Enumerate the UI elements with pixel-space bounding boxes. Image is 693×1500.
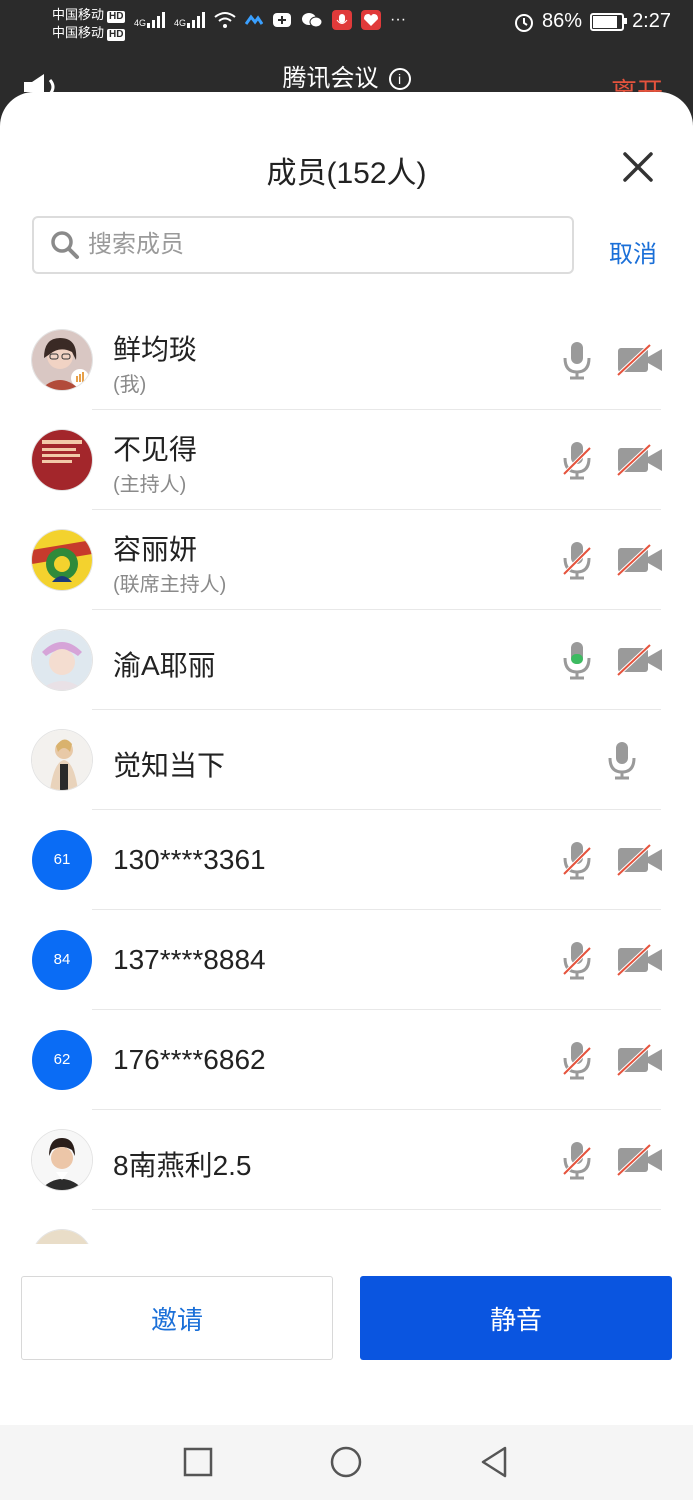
member-name: 容丽妍 xyxy=(113,534,198,565)
search-box[interactable] xyxy=(32,216,574,274)
avatar-initials: 61 xyxy=(32,830,92,890)
add-app-icon xyxy=(273,13,292,27)
avatar xyxy=(32,630,92,690)
alarm-icon xyxy=(515,13,534,32)
members-panel: 成员(152人) 取消 鲜均琰 (我) 不见得 (主持人) xyxy=(0,92,693,1500)
home-icon[interactable] xyxy=(329,1445,363,1479)
member-row[interactable]: 渝A耶丽 xyxy=(0,610,693,710)
battery-icon xyxy=(590,12,628,31)
member-row-partial[interactable] xyxy=(0,1210,693,1244)
network-type-1: 4G xyxy=(134,18,147,28)
wifi-icon xyxy=(214,12,236,28)
member-list[interactable]: 鲜均琰 (我) 不见得 (主持人) 容丽妍 (联席主持人) 渝A耶丽 觉知当下 … xyxy=(0,310,693,1244)
cancel-button[interactable]: 取消 xyxy=(609,234,657,269)
camera-off-icon[interactable] xyxy=(616,444,664,476)
carrier-2: 中国移动 xyxy=(52,25,105,40)
member-name: 鲜均琰 xyxy=(113,334,198,365)
right-status: 86% 2:27 xyxy=(514,10,671,33)
mic-on-icon[interactable] xyxy=(562,340,592,380)
clock: 2:27 xyxy=(632,10,671,32)
avatar-initials: 62 xyxy=(32,1030,92,1090)
camera-off-icon[interactable] xyxy=(616,644,664,676)
health-app-icon xyxy=(361,10,382,30)
member-row[interactable]: 8南燕利2.5 xyxy=(0,1110,693,1210)
status-bar: 中国移动 HD 中国移动 HD 4G 4G ··· 86% 2:27 xyxy=(0,0,693,48)
avatar xyxy=(32,530,92,590)
info-icon[interactable]: i xyxy=(388,68,411,90)
network-type-2: 4G xyxy=(174,18,187,28)
meeting-app-title: 腾讯会议 xyxy=(282,65,379,92)
member-name: 137****8884 xyxy=(113,944,266,975)
camera-off-icon[interactable] xyxy=(616,1044,664,1076)
camera-off-icon[interactable] xyxy=(616,544,664,576)
avatar-initials: 84 xyxy=(32,930,92,990)
camera-off-icon[interactable] xyxy=(616,944,664,976)
avatar xyxy=(32,430,92,490)
member-name: 130****3361 xyxy=(113,844,266,875)
member-name: 渝A耶丽 xyxy=(113,650,216,681)
mic-muted-icon[interactable] xyxy=(562,840,592,880)
status-icons: 4G 4G ··· xyxy=(134,10,406,30)
signal-4g-icon-2: 4G xyxy=(174,12,206,28)
avatar xyxy=(32,730,92,790)
search-input[interactable] xyxy=(88,231,558,259)
mic-on-icon[interactable] xyxy=(607,740,637,780)
hd-badge-1: HD xyxy=(107,11,126,23)
member-name: 不见得 xyxy=(113,434,198,465)
camera-off-icon[interactable] xyxy=(616,844,664,876)
camera-off-icon[interactable] xyxy=(616,1144,664,1176)
mic-muted-icon[interactable] xyxy=(562,540,592,580)
system-nav-bar xyxy=(0,1425,693,1500)
panel-title: 成员(152人) xyxy=(266,157,427,190)
mic-speaking-icon[interactable] xyxy=(562,640,592,680)
member-role: (主持人) xyxy=(113,474,187,496)
mic-muted-icon[interactable] xyxy=(562,1040,592,1080)
invite-button[interactable]: 邀请 xyxy=(21,1276,333,1360)
member-name: 176****6862 xyxy=(113,1044,266,1075)
meeting-title: 腾讯会议 i xyxy=(0,58,693,93)
app-notification-icon xyxy=(245,14,264,25)
close-icon[interactable] xyxy=(621,150,655,184)
mute-all-button[interactable]: 静音 xyxy=(360,1276,672,1360)
member-row[interactable]: 84 137****8884 xyxy=(0,910,693,1010)
camera-off-icon[interactable] xyxy=(616,344,664,376)
signal-4g-icon: 4G xyxy=(134,12,166,28)
member-name: 觉知当下 xyxy=(113,750,226,781)
search-icon xyxy=(51,231,79,259)
member-row[interactable]: 不见得 (主持人) xyxy=(0,410,693,510)
member-row[interactable]: 容丽妍 (联席主持人) xyxy=(0,510,693,610)
avatar xyxy=(32,330,92,390)
member-row[interactable]: 61 130****3361 xyxy=(0,810,693,910)
more-notifications-icon: ··· xyxy=(390,11,407,28)
battery-percent: 86% xyxy=(542,10,583,32)
carrier-1: 中国移动 xyxy=(52,7,105,22)
member-row[interactable]: 鲜均琰 (我) xyxy=(0,310,693,410)
member-row[interactable]: 觉知当下 xyxy=(0,710,693,810)
avatar xyxy=(32,1130,92,1190)
member-name: 8南燕利2.5 xyxy=(113,1150,252,1181)
recent-apps-icon[interactable] xyxy=(181,1445,215,1479)
member-row[interactable]: 62 176****6862 xyxy=(0,1010,693,1110)
wechat-icon xyxy=(302,13,323,28)
hd-badge-2: HD xyxy=(107,29,126,41)
mic-muted-icon[interactable] xyxy=(562,940,592,980)
mic-muted-icon[interactable] xyxy=(562,1140,592,1180)
carrier-info: 中国移动 HD 中国移动 HD xyxy=(52,6,126,42)
avatar xyxy=(32,1230,92,1244)
member-role: (我) xyxy=(113,374,147,396)
member-role: (联席主持人) xyxy=(113,574,227,596)
mic-muted-icon[interactable] xyxy=(562,440,592,480)
recording-icon xyxy=(332,10,353,30)
back-icon[interactable] xyxy=(477,1445,511,1479)
